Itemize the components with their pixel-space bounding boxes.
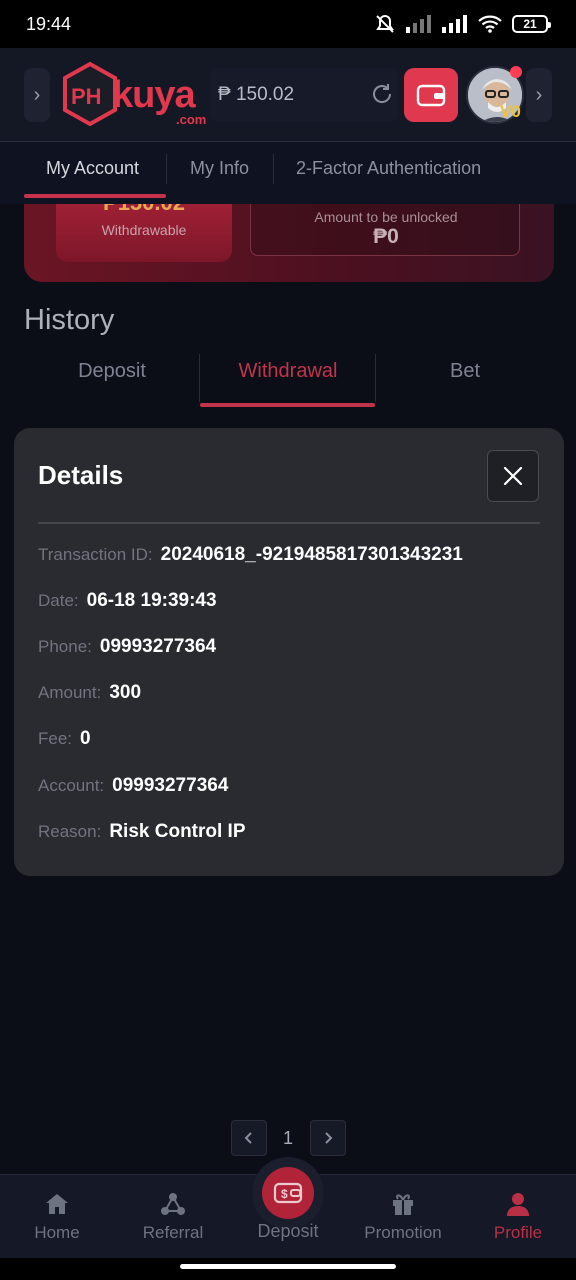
nav-referral[interactable]: Referral	[118, 1189, 228, 1243]
active-history-tab-indicator	[200, 403, 375, 407]
wifi-icon	[478, 15, 502, 33]
detail-row-phone: Phone: 09993277364	[38, 636, 216, 658]
header-left-arrow-button[interactable]: ›	[24, 68, 50, 122]
detail-label: Fee:	[38, 729, 73, 748]
nav-referral-label: Referral	[142, 1223, 204, 1242]
withdrawable-label: Withdrawable	[101, 222, 187, 238]
logo-domain: .com	[176, 112, 207, 127]
notification-dot	[510, 66, 522, 78]
detail-row-transaction-id: Transaction ID: 20240618_-92194858173013…	[38, 544, 463, 566]
svg-text:$: $	[281, 1187, 288, 1201]
detail-value: 0	[80, 728, 91, 749]
modal-title: Details	[38, 460, 124, 490]
bottom-nav: Home Referral $ Deposit Promotion Profil…	[0, 1157, 576, 1258]
unlock-amount: ₱0	[373, 225, 399, 248]
tab-divider	[273, 154, 274, 184]
app-header: › PH kuya .com ₱ 150.02 V0 ›	[0, 48, 576, 142]
nav-home[interactable]: Home	[2, 1189, 112, 1243]
balance-value: ₱ 150.02	[218, 84, 295, 105]
battery-icon: 21	[512, 15, 551, 33]
account-tabs-front: My Account My Info 2-Factor Authenticati…	[0, 142, 576, 204]
wallet-icon	[416, 84, 446, 107]
detail-value: 06-18 19:39:43	[86, 590, 217, 611]
prev-page-button[interactable]	[231, 1120, 267, 1156]
next-page-button[interactable]	[310, 1120, 346, 1156]
nav-promotion[interactable]: Promotion	[348, 1189, 458, 1243]
history-tabs: Deposit Withdrawal Bet	[0, 348, 576, 410]
history-tab-bet[interactable]: Bet	[377, 360, 553, 383]
detail-value: Risk Control IP	[109, 821, 246, 842]
detail-label: Transaction ID:	[38, 545, 153, 564]
detail-label: Reason:	[38, 822, 102, 841]
current-page-number[interactable]: 1	[276, 1128, 300, 1149]
refresh-icon[interactable]	[370, 82, 394, 111]
system-nav-bar	[0, 1258, 576, 1280]
home-icon	[46, 1194, 68, 1214]
withdrawable-box: ₱150.02 Withdrawable	[56, 190, 232, 262]
deposit-wallet-icon: $	[273, 1182, 303, 1204]
brand-logo[interactable]: PH kuya .com	[62, 62, 208, 128]
detail-label: Amount:	[38, 683, 102, 702]
nav-profile[interactable]: Profile	[463, 1189, 573, 1243]
app-screen: 19:44 21 › PH kuya .com ₱ 150.02 V0 › Wi…	[0, 0, 576, 1280]
status-bar: 19:44 21	[0, 0, 576, 48]
unlock-label: Amount to be unlocked	[314, 209, 458, 225]
signal-icon	[406, 15, 432, 33]
detail-value: 09993277364	[112, 775, 229, 796]
close-button[interactable]	[487, 450, 539, 502]
nav-deposit-button[interactable]: $	[252, 1157, 324, 1229]
active-tab-indicator	[24, 194, 166, 198]
wallet-card: ₱150.02 Withdrawable Amount to be unlock…	[24, 190, 554, 282]
home-indicator[interactable]	[180, 1264, 396, 1269]
detail-row-fee: Fee: 0	[38, 728, 91, 750]
status-icons: 21	[374, 13, 551, 35]
history-title: History	[24, 304, 115, 336]
nav-profile-label: Profile	[493, 1223, 543, 1242]
detail-label: Date:	[38, 591, 79, 610]
detail-value: 09993277364	[99, 636, 217, 657]
vip-badge: V0	[500, 102, 521, 121]
gift-icon	[393, 1194, 413, 1215]
header-right-arrow-button[interactable]: ›	[526, 68, 552, 122]
tab-my-account-label[interactable]: My Account	[46, 158, 139, 179]
detail-value: 300	[109, 682, 142, 703]
detail-row-date: Date: 06-18 19:39:43	[38, 590, 217, 612]
modal-divider	[38, 522, 540, 524]
status-time: 19:44	[26, 13, 72, 34]
tab-2fa-label[interactable]: 2-Factor Authentication	[296, 158, 481, 179]
detail-row-amount: Amount: 300	[38, 682, 141, 704]
logo-hexagon-icon: PH	[63, 62, 117, 126]
chevron-left-icon	[244, 1132, 252, 1144]
wallet-button[interactable]	[404, 68, 458, 122]
detail-label: Account:	[38, 776, 105, 795]
nav-promotion-label: Promotion	[364, 1223, 442, 1242]
mute-icon	[374, 13, 396, 35]
signal-icon-2	[442, 15, 468, 33]
history-tab-deposit[interactable]: Deposit	[24, 360, 200, 383]
details-modal: Details Transaction ID: 20240618_-921948…	[14, 428, 564, 876]
nav-deposit-label[interactable]: Deposit	[233, 1221, 343, 1242]
tab-my-info-label[interactable]: My Info	[190, 158, 249, 179]
chevron-right-icon	[325, 1132, 333, 1144]
detail-label: Phone:	[38, 637, 92, 656]
tab-divider	[375, 354, 376, 402]
referral-icon	[161, 1193, 185, 1215]
detail-value: 20240618_-9219485817301343231	[160, 544, 463, 565]
history-tab-withdrawal[interactable]: Withdrawal	[200, 360, 376, 383]
detail-row-reason: Reason: Risk Control IP	[38, 821, 246, 843]
close-icon	[503, 466, 523, 486]
detail-row-account: Account: 09993277364	[38, 775, 228, 797]
tab-divider	[166, 154, 167, 184]
nav-home-label: Home	[34, 1223, 80, 1242]
logo-text: kuya	[112, 74, 196, 116]
profile-icon	[507, 1193, 529, 1216]
svg-text:PH: PH	[71, 84, 102, 109]
